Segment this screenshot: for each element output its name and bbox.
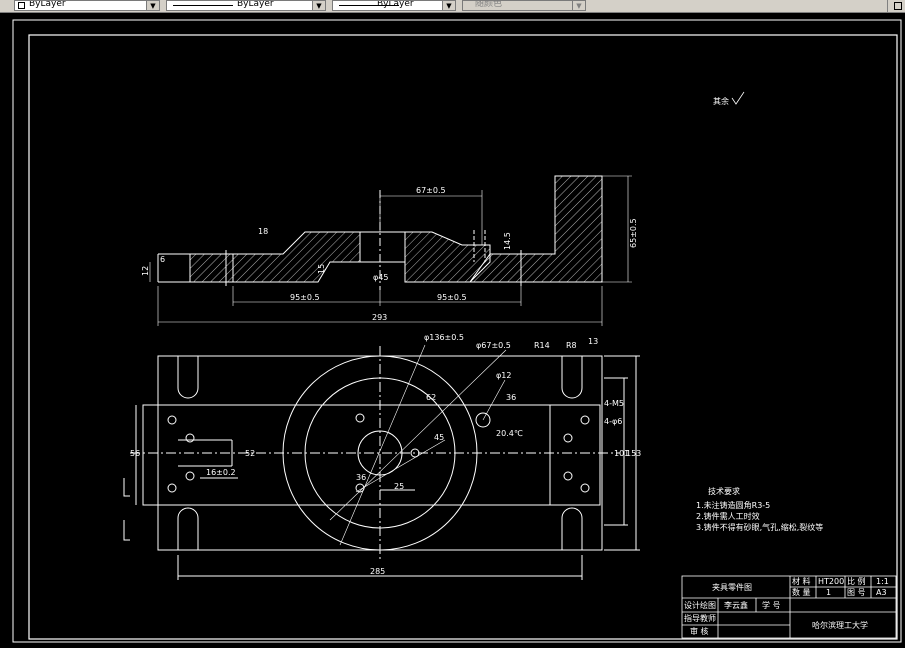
window-maximize-button[interactable] <box>887 0 905 12</box>
outer-frame <box>12 19 902 643</box>
plan-view-dimensions: φ136±0.5 φ67±0.5 φ12 R14 R8 13 4-M5 4-φ6… <box>130 333 641 576</box>
svg-text:哈尔滨理工大学: 哈尔滨理工大学 <box>812 620 868 630</box>
svg-text:设计绘图: 设计绘图 <box>684 600 716 610</box>
svg-text:指导教师: 指导教师 <box>684 613 716 623</box>
svg-text:1.未注铸造圆角R3-5: 1.未注铸造圆角R3-5 <box>696 500 770 510</box>
chevron-down-icon: ▼ <box>572 1 585 10</box>
svg-text:67±0.5: 67±0.5 <box>416 186 446 195</box>
svg-text:25: 25 <box>394 482 404 491</box>
svg-text:审 核: 审 核 <box>690 626 709 636</box>
svg-text:φ67±0.5: φ67±0.5 <box>476 341 511 350</box>
svg-text:3.铸件不得有砂眼,气孔,缩松,裂纹等: 3.铸件不得有砂眼,气孔,缩松,裂纹等 <box>696 522 823 532</box>
svg-text:φ12: φ12 <box>496 371 511 380</box>
svg-text:A3: A3 <box>876 588 887 597</box>
svg-text:285: 285 <box>370 567 385 576</box>
svg-text:材 料: 材 料 <box>792 576 811 586</box>
svg-text:14.5: 14.5 <box>503 232 512 250</box>
linetype-sample-icon <box>173 5 233 6</box>
svg-text:15: 15 <box>317 264 326 274</box>
svg-text:4-φ6: 4-φ6 <box>604 417 622 426</box>
surface-roughness-mark: 其余 <box>713 91 745 106</box>
svg-text:学 号: 学 号 <box>762 600 781 610</box>
svg-text:其余: 其余 <box>713 96 729 106</box>
svg-text:φ45: φ45 <box>373 273 388 282</box>
svg-text:6: 6 <box>160 255 165 264</box>
svg-text:36: 36 <box>506 393 516 402</box>
svg-text:2.铸件需人工时效: 2.铸件需人工时效 <box>696 511 760 521</box>
svg-text:4-M5: 4-M5 <box>604 399 624 408</box>
svg-text:62: 62 <box>426 393 436 402</box>
svg-text:R8: R8 <box>566 341 577 350</box>
svg-text:φ136±0.5: φ136±0.5 <box>424 333 464 342</box>
svg-text:HT200: HT200 <box>818 577 844 586</box>
svg-text:45: 45 <box>434 433 444 442</box>
chevron-down-icon: ▼ <box>312 1 325 10</box>
svg-text:20.4℃: 20.4℃ <box>496 429 523 438</box>
svg-text:12: 12 <box>141 266 150 276</box>
drawing-canvas[interactable]: 其余 67±0.5 65±0.5 12 6 18 15 φ45 14.5 95±… <box>0 12 905 644</box>
lineweight-dropdown[interactable]: ByLayer ▼ <box>332 0 456 11</box>
technical-requirements: 技术要求 1.未注铸造圆角R3-5 2.铸件需人工时效 3.铸件不得有砂眼,气孔… <box>696 486 823 532</box>
svg-text:36: 36 <box>356 473 366 482</box>
svg-text:56: 56 <box>130 449 140 458</box>
svg-text:夹具零件图: 夹具零件图 <box>712 582 752 592</box>
svg-text:图 号: 图 号 <box>847 588 866 597</box>
cad-drawing: 其余 67±0.5 65±0.5 12 6 18 15 φ45 14.5 95±… <box>12 19 902 643</box>
color-swatch-icon <box>18 2 25 9</box>
svg-text:95±0.5: 95±0.5 <box>290 293 320 302</box>
svg-text:293: 293 <box>372 313 387 322</box>
svg-text:16±0.2: 16±0.2 <box>206 468 236 477</box>
svg-text:52: 52 <box>245 449 255 458</box>
plotstyle-dropdown: 随颜色 ▼ <box>462 0 586 11</box>
svg-text:数 量: 数 量 <box>792 587 811 597</box>
color-dropdown[interactable]: ByLayer ▼ <box>14 0 160 11</box>
plan-view <box>123 344 640 580</box>
chevron-down-icon: ▼ <box>442 1 455 10</box>
svg-text:李云鑫: 李云鑫 <box>724 600 748 610</box>
svg-text:R14: R14 <box>534 341 550 350</box>
linetype-dropdown[interactable]: ByLayer ▼ <box>166 0 326 11</box>
chevron-down-icon: ▼ <box>146 1 159 10</box>
svg-text:技术要求: 技术要求 <box>708 486 740 496</box>
svg-text:153: 153 <box>626 449 641 458</box>
svg-text:1: 1 <box>826 588 831 597</box>
svg-text:18: 18 <box>258 227 268 236</box>
svg-text:65±0.5: 65±0.5 <box>629 218 638 248</box>
svg-text:比 例: 比 例 <box>847 576 866 586</box>
svg-text:95±0.5: 95±0.5 <box>437 293 467 302</box>
title-block-text: 夹具零件图 材 料 HT200 比 例 1:1 数 量 1 图 号 A3 设计绘… <box>684 576 889 636</box>
svg-text:13: 13 <box>588 337 598 346</box>
svg-text:1:1: 1:1 <box>876 577 889 586</box>
